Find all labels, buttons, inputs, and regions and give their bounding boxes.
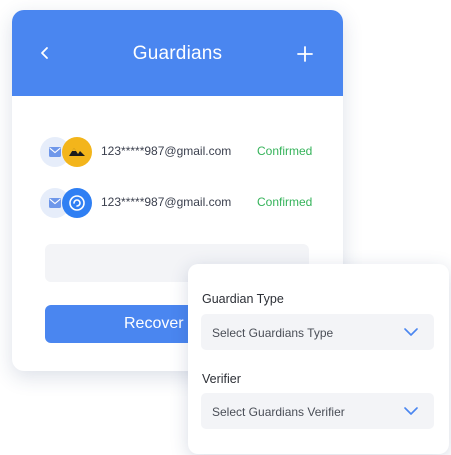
verifier-value: Select Guardians Verifier bbox=[212, 405, 345, 419]
header-bar: Guardians bbox=[12, 10, 343, 96]
verifier-select[interactable]: Select Guardians Verifier bbox=[201, 393, 434, 429]
add-guardian-popup: Guardian Type Select Guardians Type Veri… bbox=[188, 264, 449, 454]
guardian-email: 123*****987@gmail.com bbox=[101, 144, 232, 158]
guardian-row[interactable]: 123*****987@gmail.com Confirmed bbox=[40, 137, 330, 167]
status-badge: Confirmed bbox=[257, 144, 313, 158]
verifier-label: Verifier bbox=[202, 372, 241, 386]
guardian-type-value: Select Guardians Type bbox=[212, 326, 334, 340]
mail-icon bbox=[49, 198, 61, 208]
chevron-down-icon bbox=[404, 328, 418, 336]
guardian-email: 123*****987@gmail.com bbox=[101, 195, 232, 209]
guardian-type-label: Guardian Type bbox=[202, 292, 284, 306]
plus-icon bbox=[297, 46, 313, 62]
page-title: Guardians bbox=[132, 43, 223, 64]
guardian-type-select[interactable]: Select Guardians Type bbox=[201, 314, 434, 350]
swirl-verifier-icon bbox=[62, 188, 92, 218]
chevron-down-icon bbox=[404, 407, 418, 415]
mountain-verifier-icon bbox=[62, 137, 92, 167]
guardian-row[interactable]: 123*****987@gmail.com Confirmed bbox=[40, 188, 330, 218]
add-guardian-button[interactable] bbox=[297, 46, 313, 62]
mail-icon bbox=[49, 147, 61, 157]
status-badge: Confirmed bbox=[257, 195, 313, 209]
